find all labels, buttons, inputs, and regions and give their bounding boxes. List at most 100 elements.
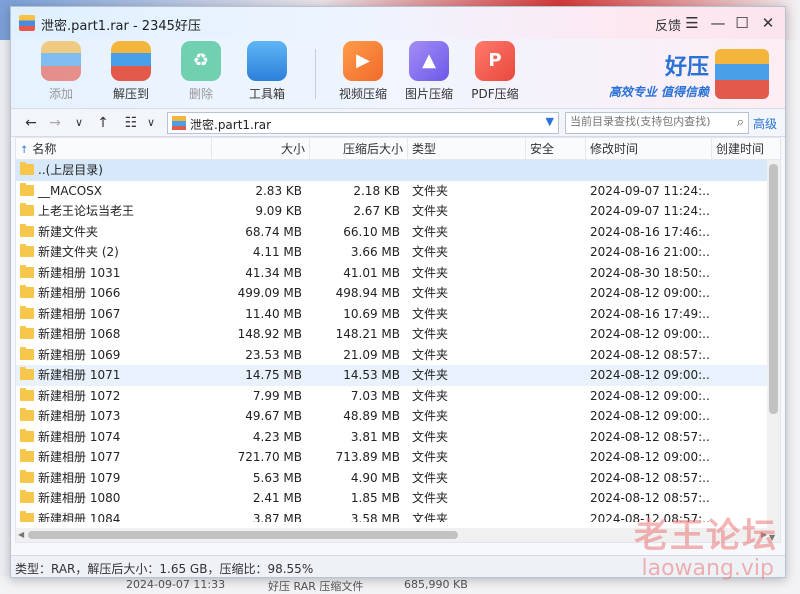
modified-time-cell: 2024-08-12 09:00:... <box>590 286 710 300</box>
folder-icon <box>20 469 34 483</box>
pdf-compress-button[interactable]: P PDF压缩 <box>463 41 527 102</box>
app-window: 泄密.part1.rar - 2345好压 反馈 ☰ — ☐ ✕ 添加 解压到 … <box>10 6 786 578</box>
maximize-button[interactable]: ☐ <box>729 11 755 35</box>
file-type-cell: 文件夹 <box>412 224 449 239</box>
file-name-cell: 新建相册 1080 <box>20 488 210 508</box>
advanced-search-link[interactable]: 高级 <box>753 115 777 132</box>
table-row[interactable]: 新建相册 1071 14.75 MB 14.53 MB 文件夹 2024-08-12 0… <box>16 365 768 386</box>
table-row[interactable]: 新建相册 1066 499.09 MB 498.94 MB 文件夹 2024-08-12… <box>16 283 768 304</box>
compressed-size-cell: 1.85 MB <box>350 491 400 505</box>
folder-icon <box>20 510 34 522</box>
image-compress-button[interactable]: ▲ 图片压缩 <box>397 41 461 102</box>
file-name-label: 新建相册 1031 <box>38 265 121 280</box>
file-name-cell: 新建相册 1072 <box>20 386 210 406</box>
close-button[interactable]: ✕ <box>755 11 781 35</box>
add-label: 添加 <box>48 87 73 101</box>
video-compress-button[interactable]: ▶ 视频压缩 <box>331 41 395 102</box>
compressed-size-cell: 3.81 MB <box>350 429 400 444</box>
vertical-scroll-thumb[interactable] <box>769 164 778 414</box>
menu-icon[interactable]: ☰ <box>679 11 705 35</box>
delete-button[interactable]: ♻ 删除 <box>169 41 233 102</box>
folder-icon <box>20 223 34 237</box>
column-modified[interactable]: 修改时间 <box>586 138 712 160</box>
search-box[interactable]: ⌕ <box>565 112 749 134</box>
column-name[interactable]: ↑ 名称 <box>16 138 212 160</box>
table-row[interactable]: 新建相册 1067 11.40 MB 10.69 MB 文件夹 2024-08-16 1… <box>16 304 768 325</box>
toolbox-label: 工具箱 <box>248 87 285 101</box>
minimize-button[interactable]: — <box>705 11 731 35</box>
address-dropdown-icon[interactable]: ▼ <box>546 115 554 128</box>
column-size[interactable]: 大小 <box>212 138 310 160</box>
extract-label: 解压到 <box>112 87 149 101</box>
title-bar[interactable]: 泄密.part1.rar - 2345好压 反馈 ☰ — ☐ ✕ <box>11 7 785 39</box>
compressed-size-cell: 713.89 MB <box>335 450 400 464</box>
parent-directory-row[interactable]: ..(上层目录) <box>16 160 768 181</box>
table-row[interactable]: 新建文件夹 68.74 MB 66.10 MB 文件夹 2024-08-16 17:46… <box>16 222 768 243</box>
column-compressed-size[interactable]: 压缩后大小 <box>310 138 408 160</box>
column-security[interactable]: 安全 <box>526 138 586 160</box>
modified-time-cell: 2024-08-12 08:57:... <box>590 429 710 444</box>
video-icon: ▶ <box>343 41 383 81</box>
file-type-cell: 文件夹 <box>412 347 449 362</box>
table-row[interactable]: __MACOSX 2.83 KB 2.18 KB 文件夹 2024-09-07 11:2… <box>16 181 768 202</box>
feedback-link[interactable]: 反馈 <box>655 15 681 34</box>
desktop-right-edge <box>786 40 800 594</box>
table-row[interactable]: 上老王论坛当老王 9.09 KB 2.67 KB 文件夹 2024-09-07 11:2… <box>16 201 768 222</box>
table-row[interactable]: 新建相册 1074 4.23 MB 3.81 MB 文件夹 2024-08-12 08:… <box>16 427 768 448</box>
add-button[interactable]: 添加 <box>29 41 93 102</box>
forward-arrow-icon[interactable]: → <box>45 113 65 133</box>
modified-time-cell: 2024-08-16 21:00:... <box>590 245 710 259</box>
file-name-label: 新建相册 1073 <box>38 409 121 423</box>
table-row[interactable]: 新建相册 1072 7.99 MB 7.03 MB 文件夹 2024-08-12 09:… <box>16 386 768 407</box>
file-name-label: 新建相册 1079 <box>38 470 121 485</box>
file-size-cell: 499.09 MB <box>237 286 302 300</box>
scroll-left-icon[interactable]: ◀ <box>18 528 24 542</box>
file-type-cell: 文件夹 <box>412 491 449 505</box>
toolbar-separator <box>315 49 316 99</box>
view-mode-icon[interactable]: ☷ <box>121 113 141 133</box>
file-size-cell <box>216 160 302 180</box>
table-row[interactable]: 新建相册 1073 49.67 MB 48.89 MB 文件夹 2024-08-12 0… <box>16 406 768 427</box>
up-arrow-icon[interactable]: ↑ <box>93 113 113 133</box>
modified-time-cell: 2024-08-30 18:50:... <box>590 265 710 280</box>
table-row[interactable]: 新建文件夹 (2) 4.11 MB 3.66 MB 文件夹 2024-08-16 21:… <box>16 242 768 263</box>
file-type-cell: 文件夹 <box>412 511 449 523</box>
column-created[interactable]: 创建时间 <box>712 138 780 160</box>
search-icon[interactable]: ⌕ <box>737 115 744 130</box>
file-size-cell: 41.34 MB <box>245 265 302 280</box>
pdf-compress-label: PDF压缩 <box>471 87 519 101</box>
table-row[interactable]: 新建相册 1069 23.53 MB 21.09 MB 文件夹 2024-08-12 0… <box>16 345 768 366</box>
brand-slogan: 高效专业 值得信赖 <box>608 85 709 99</box>
table-row[interactable]: 新建相册 1080 2.41 MB 1.85 MB 文件夹 2024-08-12 08:… <box>16 488 768 509</box>
file-name-cell: __MACOSX <box>20 181 210 201</box>
compressed-size-cell: 21.09 MB <box>343 347 400 362</box>
back-arrow-icon[interactable]: ← <box>21 113 41 133</box>
file-name-cell: 新建文件夹 <box>20 222 210 242</box>
column-type[interactable]: 类型 <box>408 138 526 160</box>
view-mode-dropdown-icon[interactable]: ∨ <box>141 113 161 133</box>
file-name-label: 新建相册 1067 <box>38 306 121 321</box>
search-input[interactable] <box>570 115 724 128</box>
file-name-cell: 新建相册 1067 <box>20 304 210 324</box>
table-row[interactable]: 新建相册 1068 148.92 MB 148.21 MB 文件夹 2024-08-12… <box>16 324 768 345</box>
address-path: 泄密.part1.rar <box>190 118 272 132</box>
file-name-cell: 新建相册 1077 <box>20 447 210 467</box>
table-row[interactable]: 新建相册 1079 5.63 MB 4.90 MB 文件夹 2024-08-12 08:… <box>16 468 768 489</box>
compressed-size-cell: 3.58 MB <box>350 511 400 523</box>
table-row[interactable]: 新建相册 1077 721.70 MB 713.89 MB 文件夹 2024-08-12… <box>16 447 768 468</box>
horizontal-scroll-thumb[interactable] <box>28 531 458 539</box>
table-row[interactable]: 新建相册 1031 41.34 MB 41.01 MB 文件夹 2024-08-30 1… <box>16 263 768 284</box>
folder-icon <box>20 449 34 462</box>
history-dropdown-icon[interactable]: ∨ <box>69 113 89 133</box>
folder-icon <box>20 305 34 319</box>
file-type-cell <box>412 160 512 180</box>
file-size-cell: 7.99 MB <box>252 388 302 403</box>
compressed-size-cell: 48.89 MB <box>343 409 400 423</box>
folder-icon <box>20 367 34 380</box>
extract-button[interactable]: 解压到 <box>99 41 163 102</box>
vertical-scrollbar[interactable]: ▼ <box>767 160 780 542</box>
file-name-label: 新建文件夹 (2) <box>38 245 119 259</box>
toolbox-button[interactable]: 工具箱 <box>235 41 299 102</box>
app-logo-icon <box>19 15 35 31</box>
address-bar[interactable]: 泄密.part1.rar ▼ <box>167 112 559 134</box>
